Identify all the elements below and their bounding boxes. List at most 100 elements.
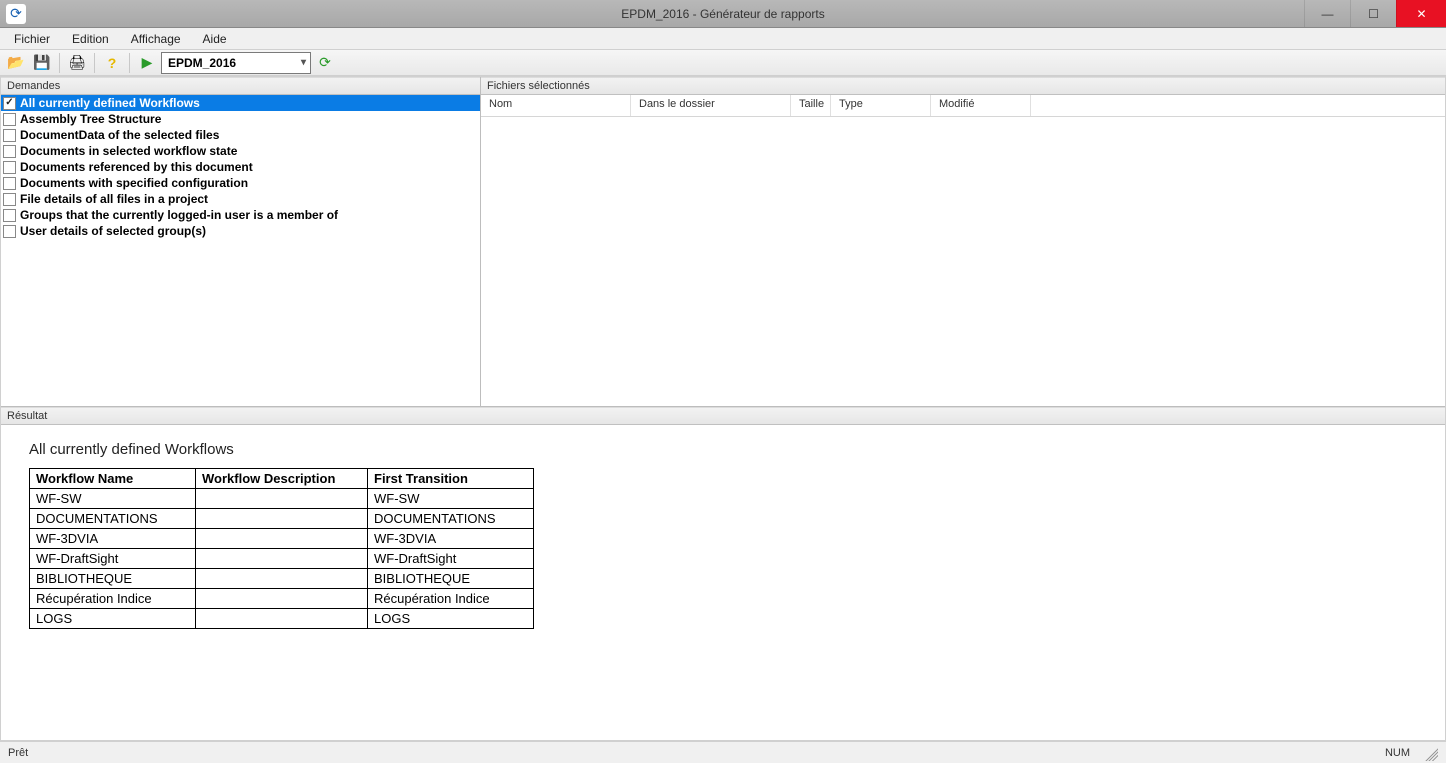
cell-name: DOCUMENTATIONS	[30, 509, 196, 529]
checkbox-icon[interactable]	[3, 161, 16, 174]
statusbar: Prêt NUM	[0, 741, 1446, 763]
col-folder[interactable]: Dans le dossier	[631, 95, 791, 116]
demand-label: DocumentData of the selected files	[20, 128, 219, 142]
result-panel: Résultat All currently defined Workflows…	[1, 407, 1445, 740]
files-empty-area	[481, 117, 1445, 406]
cell-trans: BIBLIOTHEQUE	[368, 569, 534, 589]
demand-label: Documents with specified configuration	[20, 176, 248, 190]
help-icon: ?	[108, 55, 117, 71]
top-split: Demandes ✓All currently defined Workflow…	[1, 77, 1445, 407]
save-button[interactable]: 💾	[30, 52, 54, 74]
table-row: WF-3DVIA WF-3DVIA	[30, 529, 534, 549]
demand-label: Assembly Tree Structure	[20, 112, 161, 126]
separator	[59, 53, 60, 73]
print-icon: 🖨	[68, 54, 86, 71]
cell-name: BIBLIOTHEQUE	[30, 569, 196, 589]
titlebar: ⟳ EPDM_2016 - Générateur de rapports — ☐…	[0, 0, 1446, 28]
chevron-down-icon: ▾	[301, 57, 306, 68]
vault-selected-label: EPDM_2016	[168, 56, 236, 70]
status-ready: Prêt	[8, 747, 28, 759]
table-row: DOCUMENTATIONSDOCUMENTATIONS	[30, 509, 534, 529]
refresh-icon: ⟳	[319, 54, 331, 71]
cell-name: LOGS	[30, 609, 196, 629]
refresh-button[interactable]: ⟳	[313, 52, 337, 74]
run-button[interactable]: ▶	[135, 52, 159, 74]
checkbox-icon[interactable]	[3, 113, 16, 126]
menubar: Fichier Edition Affichage Aide	[0, 28, 1446, 50]
checkbox-icon[interactable]: ✓	[3, 97, 16, 110]
demand-label: Documents referenced by this document	[20, 160, 253, 174]
minimize-button[interactable]: —	[1304, 0, 1350, 27]
checkbox-icon[interactable]	[3, 129, 16, 142]
cell-name: WF-SW	[30, 489, 196, 509]
cell-desc	[196, 589, 368, 609]
menu-view[interactable]: Affichage	[121, 30, 191, 48]
vault-dropdown[interactable]: EPDM_2016 ▾	[161, 52, 311, 74]
checkbox-icon[interactable]	[3, 193, 16, 206]
checkbox-icon[interactable]	[3, 145, 16, 158]
cell-trans: Récupération Indice	[368, 589, 534, 609]
demand-item[interactable]: ✓ All currently defined Workflows	[1, 95, 480, 111]
demand-item[interactable]: DocumentData of the selected files	[1, 127, 480, 143]
demands-panel: Demandes ✓All currently defined Workflow…	[1, 77, 481, 406]
cell-name: WF-DraftSight	[30, 549, 196, 569]
checkbox-icon[interactable]	[3, 209, 16, 222]
cell-desc	[196, 609, 368, 629]
col-name[interactable]: Nom	[481, 95, 631, 116]
table-row: Récupération Indice Récupération Indice	[30, 589, 534, 609]
close-button[interactable]: ✕	[1396, 0, 1446, 27]
resize-grip[interactable]	[1422, 745, 1438, 761]
help-button[interactable]: ?	[100, 52, 124, 74]
cell-desc	[196, 549, 368, 569]
content-area: Demandes ✓All currently defined Workflow…	[0, 76, 1446, 741]
folder-open-icon: 📂	[7, 54, 24, 71]
demand-label: File details of all files in a project	[20, 192, 208, 206]
cell-trans: LOGS	[368, 609, 534, 629]
cell-name: Récupération Indice	[30, 589, 196, 609]
demand-item[interactable]: Documents in selected workflow state	[1, 143, 480, 159]
checkbox-icon[interactable]	[3, 225, 16, 238]
result-header: Résultat	[1, 407, 1445, 425]
checkbox-icon[interactable]	[3, 177, 16, 190]
demand-item[interactable]: Documents with specified configuration	[1, 175, 480, 191]
cell-trans: WF-DraftSight	[368, 549, 534, 569]
cell-name: WF-3DVIA	[30, 529, 196, 549]
demand-item[interactable]: File details of all files in a project	[1, 191, 480, 207]
col-modified[interactable]: Modifié	[931, 95, 1031, 116]
table-row: BIBLIOTHEQUE BIBLIOTHEQUE	[30, 569, 534, 589]
menu-help[interactable]: Aide	[193, 30, 237, 48]
separator	[94, 53, 95, 73]
cell-trans: WF-SW	[368, 489, 534, 509]
demand-item[interactable]: Assembly Tree Structure	[1, 111, 480, 127]
table-row: WF-DraftSight WF-DraftSight	[30, 549, 534, 569]
maximize-button[interactable]: ☐	[1350, 0, 1396, 27]
cell-trans: WF-3DVIA	[368, 529, 534, 549]
demand-item[interactable]: Documents referenced by this document	[1, 159, 480, 175]
cell-desc	[196, 509, 368, 529]
table-header-row: Workflow Name Workflow Description First…	[30, 469, 534, 489]
menu-file[interactable]: Fichier	[4, 30, 60, 48]
demand-label: Groups that the currently logged-in user…	[20, 208, 338, 222]
demand-label: All currently defined Workflows	[20, 96, 200, 110]
demands-list[interactable]: ✓ All currently defined Workflows Assembly…	[1, 95, 480, 406]
demand-item[interactable]: User details of selected group(s)	[1, 223, 480, 239]
col-workflow-name: Workflow Name	[30, 469, 196, 489]
separator	[129, 53, 130, 73]
col-workflow-desc: Workflow Description	[196, 469, 368, 489]
cell-desc	[196, 529, 368, 549]
cell-desc	[196, 569, 368, 589]
col-first-transition: First Transition	[368, 469, 534, 489]
workflow-table: Workflow Name Workflow Description First…	[29, 468, 534, 629]
open-button[interactable]: 📂	[4, 52, 28, 74]
toolbar: 📂 💾 🖨 ? ▶ EPDM_2016 ▾ ⟳	[0, 50, 1446, 76]
files-panel: Fichiers sélectionnés Nom Dans le dossie…	[481, 77, 1445, 406]
app-icon: ⟳	[6, 4, 26, 24]
demand-item[interactable]: Groups that the currently logged-in user…	[1, 207, 480, 223]
save-icon: 💾	[33, 54, 50, 71]
status-num: NUM	[1385, 747, 1410, 759]
menu-edit[interactable]: Edition	[62, 30, 119, 48]
files-column-headers: Nom Dans le dossier Taille Type Modifié	[481, 95, 1445, 117]
col-type[interactable]: Type	[831, 95, 931, 116]
col-size[interactable]: Taille	[791, 95, 831, 116]
print-button[interactable]: 🖨	[65, 52, 89, 74]
